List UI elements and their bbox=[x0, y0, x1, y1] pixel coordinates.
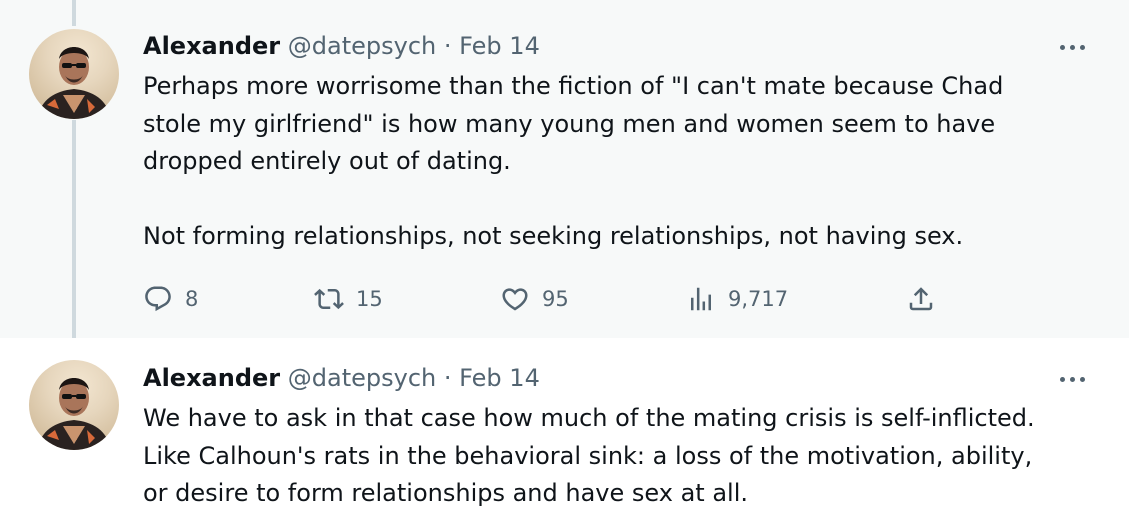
share-button[interactable] bbox=[906, 282, 936, 316]
view-count: 9,717 bbox=[728, 287, 789, 311]
more-icon bbox=[1060, 377, 1065, 382]
repost-count: 15 bbox=[356, 287, 383, 311]
thread-connector-line bbox=[72, 0, 76, 26]
reply-icon bbox=[145, 286, 171, 312]
tweet-text: Perhaps more worrisome than the fiction … bbox=[143, 68, 1113, 256]
avatar[interactable] bbox=[29, 29, 119, 119]
tweet-text-line bbox=[143, 181, 1113, 219]
views-button[interactable]: 9,717 bbox=[686, 282, 788, 316]
thread-connector-line bbox=[72, 120, 76, 352]
tweet[interactable]: Alexander @datepsych · Feb 14 We have to… bbox=[0, 338, 1129, 516]
reply-count: 8 bbox=[185, 287, 199, 311]
tweet-text: We have to ask in that case how much of … bbox=[143, 400, 1113, 513]
author-handle[interactable]: @datepsych bbox=[288, 364, 436, 392]
action-bar: 8 15 95 9,717 bbox=[143, 282, 1103, 316]
more-options-button[interactable] bbox=[1056, 35, 1092, 59]
tweet-text-line: Not forming relationships, not seeking r… bbox=[143, 222, 964, 250]
tweet-text-line: dropped entirely out of dating. bbox=[143, 147, 511, 175]
tweet-header: Alexander @datepsych · Feb 14 bbox=[143, 363, 540, 393]
tweet-text-line: Like Calhoun's rats in the behavioral si… bbox=[143, 441, 1033, 470]
author-name[interactable]: Alexander bbox=[143, 32, 280, 60]
tweet-text-line: Perhaps more worrisome than the fiction … bbox=[143, 72, 1004, 100]
repost-icon bbox=[314, 288, 344, 310]
tweet-date[interactable]: Feb 14 bbox=[459, 32, 540, 60]
views-icon bbox=[691, 287, 711, 311]
author-handle[interactable]: @datepsych bbox=[288, 32, 436, 60]
separator-dot: · bbox=[443, 32, 452, 60]
tweet-text-line: or desire to form relationships and have… bbox=[143, 479, 748, 507]
like-button[interactable]: 95 bbox=[500, 282, 569, 316]
more-options-button[interactable] bbox=[1056, 367, 1092, 391]
tweet[interactable]: Alexander @datepsych · Feb 14 Perhaps mo… bbox=[0, 0, 1129, 338]
tweet-text-line: stole my girlfriend" is how many young m… bbox=[143, 109, 996, 138]
separator-dot: · bbox=[443, 364, 452, 392]
like-count: 95 bbox=[542, 287, 569, 311]
tweet-header: Alexander @datepsych · Feb 14 bbox=[143, 31, 540, 61]
share-icon bbox=[909, 287, 933, 311]
more-icon bbox=[1060, 45, 1065, 50]
avatar[interactable] bbox=[29, 360, 119, 450]
heart-icon bbox=[502, 288, 528, 311]
tweet-text-line: We have to ask in that case how much of … bbox=[143, 404, 1035, 432]
tweet-date[interactable]: Feb 14 bbox=[459, 364, 540, 392]
repost-button[interactable]: 15 bbox=[314, 282, 383, 316]
reply-button[interactable]: 8 bbox=[143, 282, 198, 316]
author-name[interactable]: Alexander bbox=[143, 364, 280, 392]
